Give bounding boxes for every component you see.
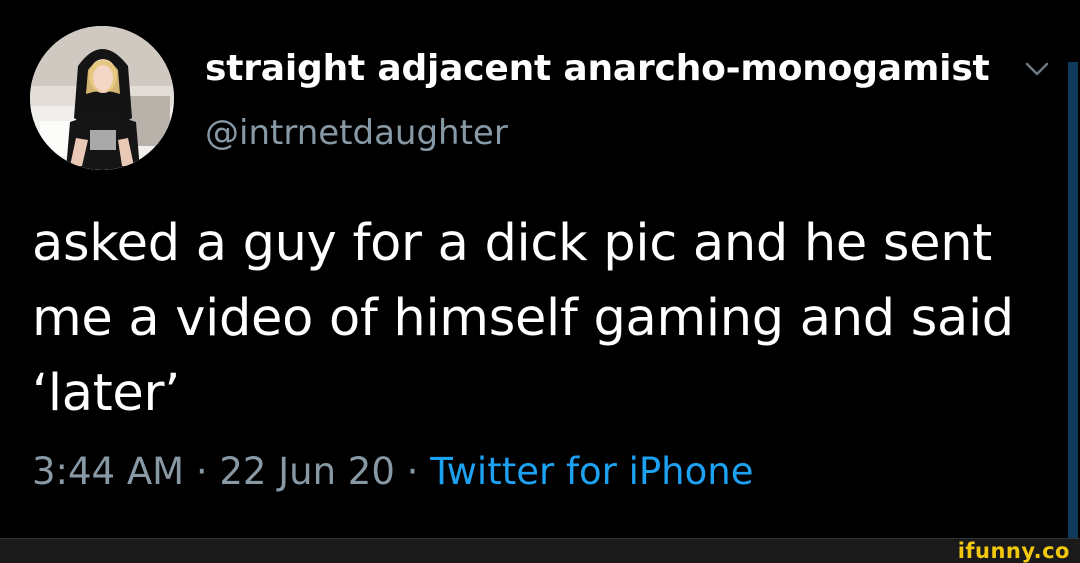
watermark-bar: ifunny.co <box>0 539 1080 563</box>
chevron-down-icon[interactable] <box>1022 58 1052 82</box>
scrollbar[interactable] <box>1068 62 1078 540</box>
meta-separator: · <box>195 450 208 493</box>
tweet-time[interactable]: 3:44 AM <box>32 450 184 493</box>
avatar[interactable] <box>30 26 174 170</box>
profile-photo-icon <box>30 26 174 170</box>
tweet-card: straight adjacent anarcho-monogamist @in… <box>0 0 1080 540</box>
tweet-text: asked a guy for a dick pic and he sent m… <box>32 214 1014 423</box>
tweet-meta: 3:44 AM · 22 Jun 20 · Twitter for iPhone <box>32 450 754 493</box>
meta-separator: · <box>406 450 419 493</box>
user-handle[interactable]: @intrnetdaughter <box>205 113 508 153</box>
display-name[interactable]: straight adjacent anarcho-monogamist <box>205 48 990 89</box>
tweet-source-link[interactable]: Twitter for iPhone <box>430 450 753 493</box>
tweet-date[interactable]: 22 Jun 20 <box>219 450 395 493</box>
watermark-logo: ifunny.co <box>957 539 1070 563</box>
